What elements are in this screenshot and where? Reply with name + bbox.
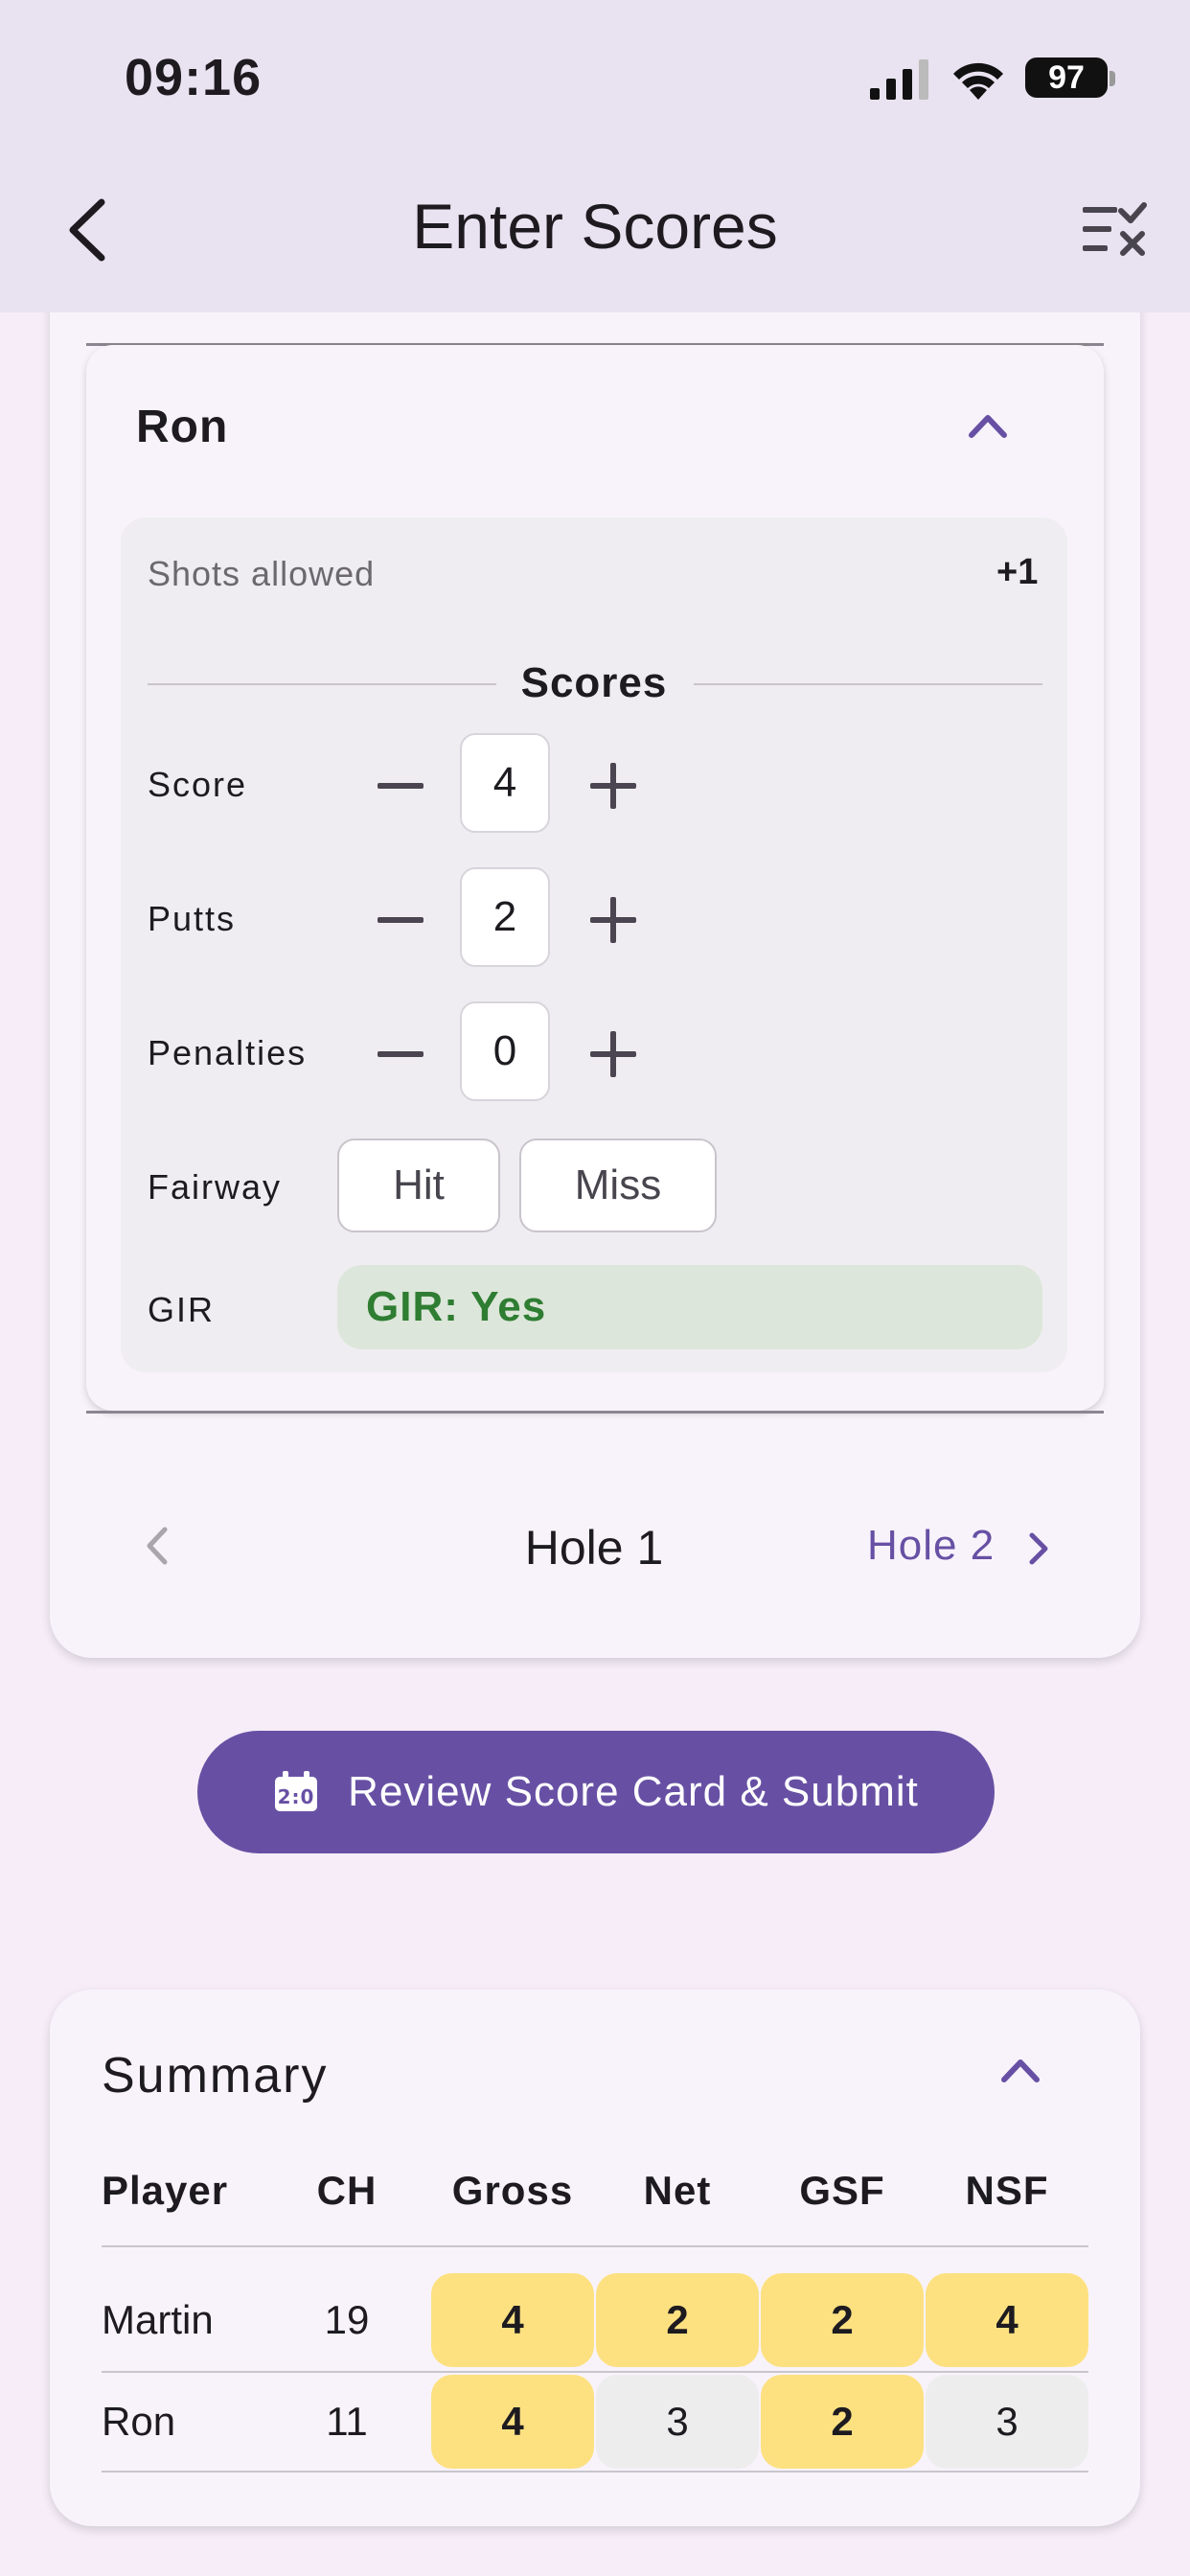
chevron-up-icon — [1001, 2059, 1040, 2082]
status-time: 09:16 — [125, 49, 263, 106]
clear-all-button[interactable] — [1081, 201, 1148, 259]
previous-hole-button[interactable] — [144, 1526, 171, 1571]
wifi-icon — [953, 62, 1003, 100]
collapse-summary-button[interactable] — [1000, 2057, 1041, 2088]
svg-text:2:0: 2:0 — [278, 1785, 315, 1808]
col-header-player: Player — [102, 2168, 229, 2213]
col-header-net: Net — [643, 2168, 712, 2213]
net-cell: 2 — [596, 2273, 759, 2367]
minus-icon — [378, 1051, 423, 1057]
chevron-right-icon — [1029, 1532, 1048, 1565]
col-header-gsf: GSF — [799, 2168, 885, 2213]
gir-label: GIR — [148, 1290, 216, 1329]
putts-decrement-button[interactable] — [372, 891, 429, 949]
col-header-nsf: NSF — [965, 2168, 1049, 2213]
divider-bottom — [86, 1411, 1104, 1414]
putts-value[interactable]: 2 — [460, 867, 550, 967]
shots-allowed-label: Shots allowed — [148, 554, 376, 593]
review-submit-button[interactable]: 2:0 Review Score Card & Submit — [197, 1731, 995, 1853]
fairway-miss-chip[interactable]: Miss — [519, 1138, 717, 1232]
ch-cell: 11 — [326, 2399, 368, 2444]
score-increment-button[interactable] — [584, 757, 642, 815]
battery-tip — [1110, 71, 1115, 86]
page-title: Enter Scores — [412, 191, 778, 262]
putts-label: Putts — [148, 899, 237, 938]
scoreboard-icon: 2:0 — [273, 1771, 319, 1813]
player-cell: Martin — [102, 2297, 214, 2342]
section-divider-right — [694, 683, 1042, 685]
app-header: 09:16 97 Enter Scores — [0, 0, 1190, 312]
col-header-ch: CH — [316, 2168, 378, 2213]
net-cell: 3 — [596, 2375, 759, 2469]
nsf-cell: 4 — [926, 2273, 1088, 2367]
penalties-decrement-button[interactable] — [372, 1025, 429, 1083]
table-divider — [102, 2245, 1088, 2247]
fairway-label: Fairway — [148, 1167, 283, 1207]
gross-cell: 4 — [431, 2375, 594, 2469]
summary-title: Summary — [102, 2048, 329, 2104]
gir-toggle[interactable]: GIR: Yes — [337, 1265, 1042, 1349]
signal-icon — [870, 59, 928, 100]
nsf-cell: 3 — [926, 2375, 1088, 2469]
collapse-player-button[interactable] — [968, 412, 1008, 444]
score-label: Score — [148, 765, 248, 804]
gross-cell: 4 — [431, 2273, 594, 2367]
fairway-hit-chip[interactable]: Hit — [337, 1138, 500, 1232]
minus-icon — [378, 917, 423, 923]
col-header-gross: Gross — [451, 2168, 574, 2213]
clear-all-icon — [1083, 202, 1147, 256]
score-value[interactable]: 4 — [460, 733, 550, 833]
next-hole-button[interactable]: Hole 2 — [867, 1522, 995, 1570]
table-divider — [102, 2371, 1088, 2373]
current-hole: Hole 1 — [524, 1521, 664, 1575]
penalties-increment-button[interactable] — [584, 1025, 642, 1083]
putts-increment-button[interactable] — [584, 891, 642, 949]
player-name: Ron — [136, 402, 229, 452]
player-cell: Ron — [102, 2399, 176, 2444]
minus-icon — [378, 783, 423, 789]
shots-allowed-value: +1 — [996, 552, 1039, 592]
ch-cell: 19 — [324, 2297, 370, 2342]
plus-icon-vertical — [610, 1031, 616, 1077]
table-divider — [102, 2471, 1088, 2472]
score-decrement-button[interactable] — [372, 757, 429, 815]
gsf-cell: 2 — [761, 2375, 924, 2469]
chevron-up-icon — [969, 415, 1007, 438]
chevron-left-icon — [147, 1527, 168, 1565]
battery-indicator: 97 — [1025, 58, 1108, 98]
plus-icon-vertical — [610, 897, 616, 943]
plus-icon-vertical — [610, 763, 616, 809]
penalties-label: Penalties — [148, 1033, 308, 1072]
penalties-value[interactable]: 0 — [460, 1001, 550, 1101]
scores-heading: Scores — [520, 659, 668, 706]
next-hole-chevron[interactable] — [1027, 1531, 1050, 1571]
review-submit-label: Review Score Card & Submit — [348, 1768, 919, 1815]
section-divider-left — [148, 683, 496, 685]
gsf-cell: 2 — [761, 2273, 924, 2367]
